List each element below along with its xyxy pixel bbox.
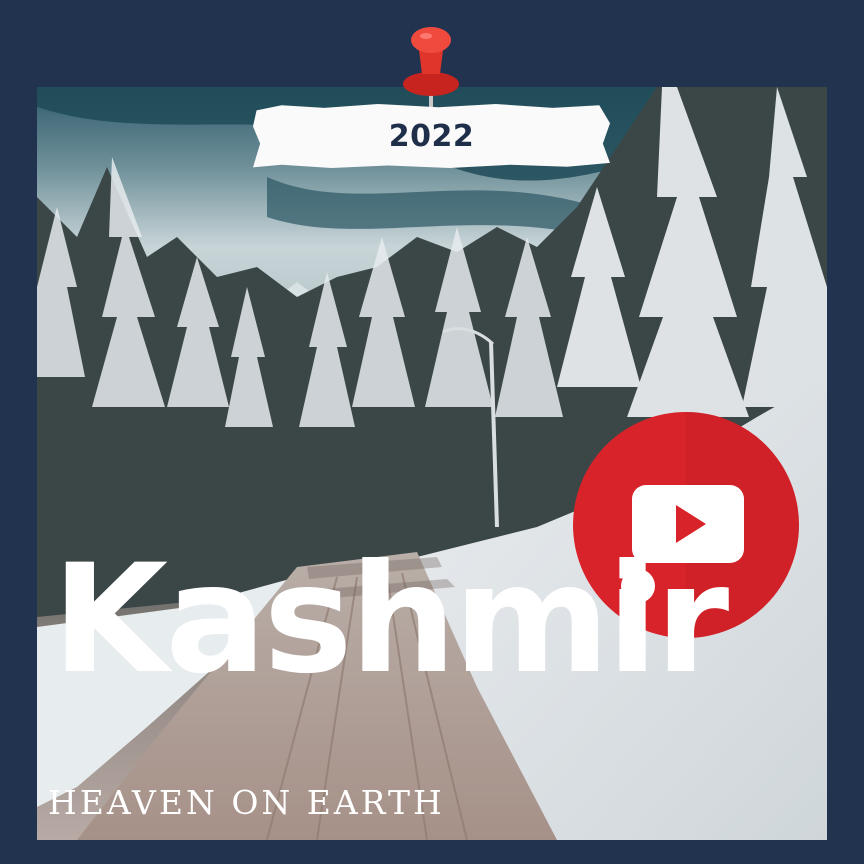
tagline: HEAVEN ON EARTH bbox=[48, 783, 445, 822]
year-label: 2022 bbox=[388, 118, 475, 154]
year-banner: 2022 bbox=[253, 104, 610, 168]
destination-title: Kashmir bbox=[52, 533, 729, 707]
